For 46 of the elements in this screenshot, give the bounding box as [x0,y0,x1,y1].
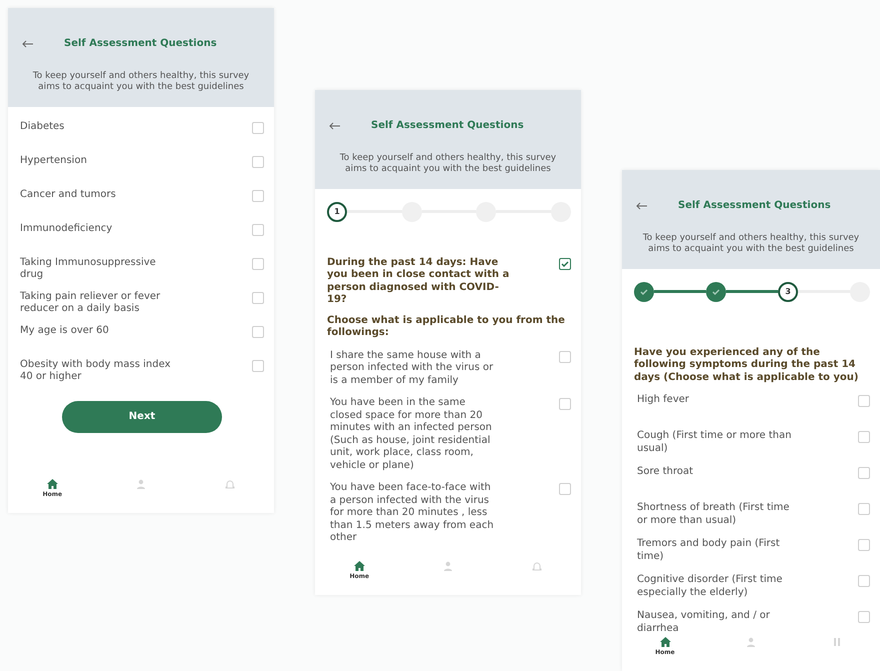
bell-icon [532,561,542,571]
intro-text: To keep yourself and others healthy, this survey aims to acquaint you with the best guidelines [642,233,860,255]
check-icon [712,288,720,295]
option-text: Cognitive disorder (First time especially the elderly) [637,574,784,600]
option-text: You have been face-to-face with a person infected with the virus for more than 20 minutes , less than 1.5 meters away from each other [330,482,495,545]
screen-title: Self Assessment Questions [371,120,524,131]
check-icon [561,260,569,267]
option-text: High fever [637,394,690,407]
intro-text: To keep yourself and others healthy, this survey aims to acquaint you with the best guidelines [338,153,558,175]
option-text: Shortness of breath (First time or more than usual) [637,502,790,528]
home-icon [46,479,58,489]
option-text: Immunodeficiency [20,222,112,236]
option-text: My age is over 60 [20,324,109,338]
option-text: Obesity with body mass index 40 or higher [20,358,172,384]
pause-icon [833,637,841,647]
screen-title: Self Assessment Questions [64,38,217,49]
step-indicator: 1 [327,202,347,222]
option-text: Taking pain reliever or fever reducer on a daily basis [20,290,162,316]
person-icon [442,561,453,571]
person-icon [136,479,146,489]
back-arrow-icon[interactable] [22,40,34,48]
option-text: Hypertension [20,154,87,168]
home-icon [354,561,365,571]
intro-text: To keep yourself and others healthy, this survey aims to acquaint you with the best guidelines [32,71,250,93]
screen-title: Self Assessment Questions [678,200,831,211]
step-indicator: 3 [778,282,798,302]
option-text: Taking Immunosuppressive drug [20,256,157,282]
back-arrow-icon[interactable] [636,202,648,210]
option-text: Cancer and tumors [20,188,116,202]
option-text: Cough (First time or more than usual) [637,430,792,456]
option-text: Diabetes [20,120,64,134]
back-arrow-icon[interactable] [329,122,341,130]
next-button[interactable]: Next [62,400,222,433]
option-text: Tremors and body pain (First time) [637,538,781,564]
option-text: You have been in the same closed space for more than 20 minutes with an infected person (Such as house, joint residential unit, work place, class room, vehicle or plane) [330,397,493,472]
option-text: Sore throat [637,466,694,479]
option-text: I share the same house with a person infected with the virus or is a member of my family [330,350,494,388]
person-icon [746,637,756,647]
home-icon [660,637,670,647]
question-text: During the past 14 days: Have you been in close contact with a person diagnosed with COVID-19? [327,256,510,307]
bell-icon [224,479,235,489]
prompt-text: Choose what is applicable to you from the followings: [327,314,566,340]
prompt-text: Have you experienced any of the following symptoms during the past 14 days (Choose what is applicable to you) [634,346,860,384]
check-icon [640,288,648,295]
option-text: Nausea, vomiting, and / or diarrhea [637,610,771,631]
checkbox[interactable] [559,258,571,270]
